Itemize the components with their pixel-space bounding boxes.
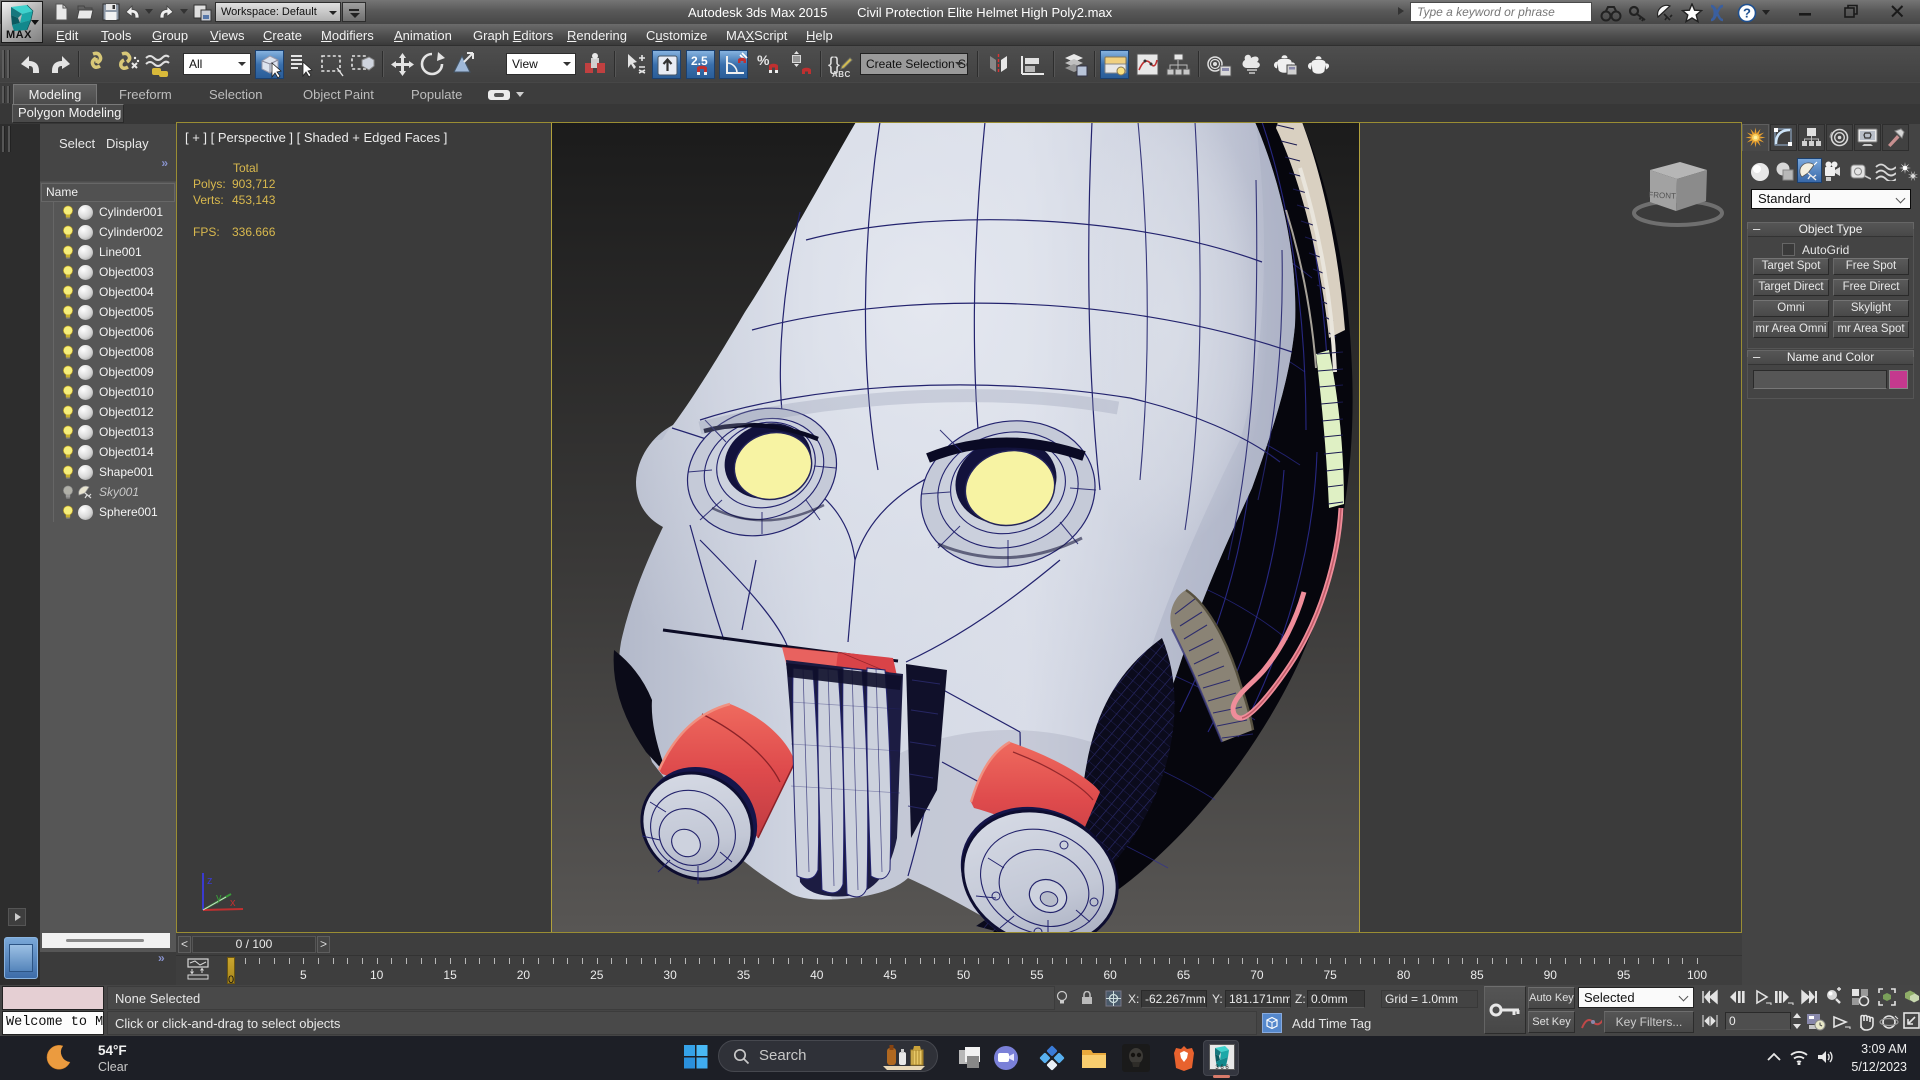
svg-text:%: % bbox=[757, 52, 770, 68]
svg-text:x: x bbox=[230, 897, 236, 909]
svg-text:3 6 6: 3 6 6 bbox=[1215, 1065, 1229, 1071]
svg-text:y: y bbox=[216, 892, 222, 904]
svg-text:FRONT: FRONT bbox=[1648, 190, 1676, 200]
svg-text:2.5: 2.5 bbox=[691, 54, 708, 68]
svg-text:?: ? bbox=[1743, 6, 1751, 21]
svg-text:z: z bbox=[207, 875, 213, 887]
